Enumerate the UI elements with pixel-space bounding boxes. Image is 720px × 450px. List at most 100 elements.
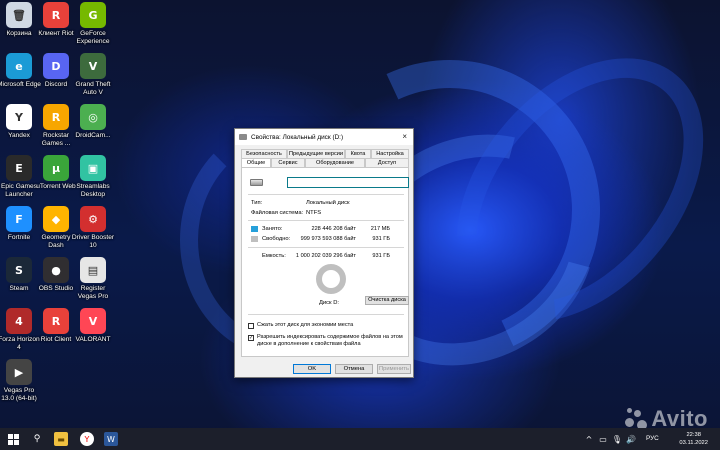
microphone-icon[interactable]: 🎙 <box>610 432 624 446</box>
register-vegas-icon: ▤ <box>80 257 106 283</box>
filesystem-label: Файловая система: <box>251 210 304 216</box>
desktop-icon[interactable]: Y Yandex <box>0 104 38 140</box>
type-label: Тип: <box>251 200 263 206</box>
gta-icon: V <box>80 53 106 79</box>
tab-hardware[interactable]: Оборудование <box>305 158 365 167</box>
capacity-label: Емкость: <box>262 253 286 259</box>
used-size: 217 МБ <box>370 226 390 232</box>
desktop-icon[interactable]: V Grand Theft Auto V <box>74 53 112 96</box>
steam-icon: S <box>6 257 32 283</box>
fortnite-icon: F <box>6 206 32 232</box>
network-icon[interactable]: ▭ <box>596 432 610 446</box>
yandex-browser-icon[interactable]: Y <box>80 432 94 446</box>
tab-customize[interactable]: Настройка <box>371 149 409 158</box>
desktop-icon[interactable]: R Клиент Riot <box>37 2 75 38</box>
search-icon[interactable]: ⚲ <box>30 432 44 446</box>
desktop-icon[interactable]: F Fortnite <box>0 206 38 242</box>
desktop-icon[interactable]: e Microsoft Edge <box>0 53 41 89</box>
desktop-icon[interactable]: 4 Forza Horizon 4 <box>0 308 40 351</box>
rockstar-icon: R <box>43 104 69 130</box>
driver-booster-icon: ⚙ <box>80 206 106 232</box>
divider <box>248 194 404 195</box>
drive-icon <box>239 134 247 140</box>
desktop-icon[interactable]: ⚙ Driver Booster 10 <box>72 206 114 249</box>
dialog-title: Свойства: Локальный диск (D:) <box>251 133 344 141</box>
desktop-icon[interactable]: µ uTorrent Web <box>36 155 76 191</box>
forza-icon: 4 <box>6 308 32 334</box>
riot-client-icon: R <box>43 2 69 28</box>
desktop-icon[interactable]: ▤ Register Vegas Pro <box>74 257 112 300</box>
tray-chevron-icon[interactable]: ^ <box>582 432 596 446</box>
tab-quota[interactable]: Квота <box>345 149 371 158</box>
tab-security[interactable]: Безопасность <box>241 149 287 158</box>
desktop-icon[interactable]: ◆ Geometry Dash <box>37 206 75 249</box>
index-option[interactable]: ✓ Разрешить индексировать содержимое фай… <box>248 334 407 348</box>
utorrent-icon: µ <box>43 155 69 181</box>
volume-icon[interactable]: 🔊 <box>624 432 638 446</box>
clock-time: 22:38 <box>686 432 701 438</box>
yandex-icon: Y <box>6 104 32 130</box>
vegas-pro-icon: ▶ <box>6 359 32 385</box>
disk-usage-donut <box>316 264 346 294</box>
desktop-icon[interactable]: R Rockstar Games ... <box>37 104 75 147</box>
desktop-icon[interactable]: S Steam <box>0 257 38 293</box>
drive-name-input[interactable] <box>287 177 409 188</box>
divider <box>248 247 404 248</box>
compress-label: Сжать этот диск для экономии места <box>257 322 354 328</box>
edge-icon: e <box>6 53 32 79</box>
compress-option[interactable]: Сжать этот диск для экономии места <box>248 322 407 329</box>
cancel-button[interactable]: Отмена <box>335 364 373 374</box>
geometry-dash-icon: ◆ <box>43 206 69 232</box>
desktop-icon[interactable]: 🗑 Корзина <box>0 2 38 38</box>
free-label: Свободно: <box>262 236 291 242</box>
desktop-icon-label: DroidCam... <box>75 132 111 139</box>
windows-logo-icon <box>7 433 19 445</box>
disk-cleanup-button[interactable]: Очистка диска <box>365 296 409 305</box>
file-explorer-icon[interactable]: ▬ <box>54 432 68 446</box>
type-value: Локальный диск <box>306 200 350 206</box>
desktop-icon[interactable]: ◎ DroidCam... <box>74 104 112 140</box>
desktop-icon[interactable]: R Riot Client <box>37 308 75 344</box>
index-label: Разрешить индексировать содержимое файло… <box>257 334 403 347</box>
free-size: 931 ГБ <box>372 236 390 242</box>
used-label: Занято: <box>262 226 283 232</box>
tab-previous-versions[interactable]: Предыдущие версии <box>287 149 345 158</box>
used-color-swatch <box>251 226 258 232</box>
tab-tools[interactable]: Сервис <box>271 158 305 167</box>
start-button[interactable] <box>6 432 20 446</box>
apply-button[interactable]: Применить <box>377 364 411 374</box>
ok-button[interactable]: OK <box>293 364 331 374</box>
free-color-swatch <box>251 236 258 242</box>
used-bytes: 228 446 208 байт <box>311 226 356 232</box>
free-bytes: 999 973 593 088 байт <box>300 236 356 242</box>
desktop-icon-label: GeForce Experience <box>76 30 110 45</box>
wallpaper-petal <box>406 10 720 370</box>
epic-games-icon: E <box>6 155 32 181</box>
language-indicator[interactable]: РУС <box>646 435 659 442</box>
obs-icon: ● <box>43 257 69 283</box>
word-icon[interactable]: W <box>104 432 118 446</box>
capacity-bytes: 1 000 202 039 296 байт <box>295 253 356 259</box>
divider <box>248 314 404 315</box>
compress-checkbox[interactable] <box>248 323 254 329</box>
filesystem-value: NTFS <box>306 210 322 216</box>
tab-sharing[interactable]: Доступ <box>365 158 409 167</box>
desktop-icon[interactable]: V VALORANT <box>74 308 112 344</box>
desktop-icon[interactable]: D Discord <box>37 53 75 89</box>
desktop-icon[interactable]: G GeForce Experience <box>74 2 112 45</box>
streamlabs-icon: ▣ <box>80 155 106 181</box>
hard-drive-icon <box>250 179 263 186</box>
desktop-icon-label: Grand Theft Auto V <box>75 81 111 96</box>
recycle-bin-icon: 🗑 <box>6 2 32 28</box>
desktop-icon-label: Register Vegas Pro <box>77 285 109 300</box>
desktop-icon[interactable]: ▶ Vegas Pro 13.0 (64-bit) <box>0 359 38 402</box>
desktop-icon[interactable]: ● OBS Studio <box>37 257 75 293</box>
taskbar-clock[interactable]: 22:38 03.11.2022 <box>679 431 708 447</box>
discord-icon: D <box>43 53 69 79</box>
dialog-titlebar[interactable]: Свойства: Локальный диск (D:) × <box>235 129 413 145</box>
desktop-icon[interactable]: ▣ Streamlabs Desktop <box>74 155 112 198</box>
close-icon[interactable]: × <box>402 132 407 141</box>
index-checkbox[interactable]: ✓ <box>248 335 254 341</box>
capacity-size: 931 ГБ <box>372 253 390 259</box>
desktop-icon[interactable]: E Epic Games Launcher <box>0 155 38 198</box>
